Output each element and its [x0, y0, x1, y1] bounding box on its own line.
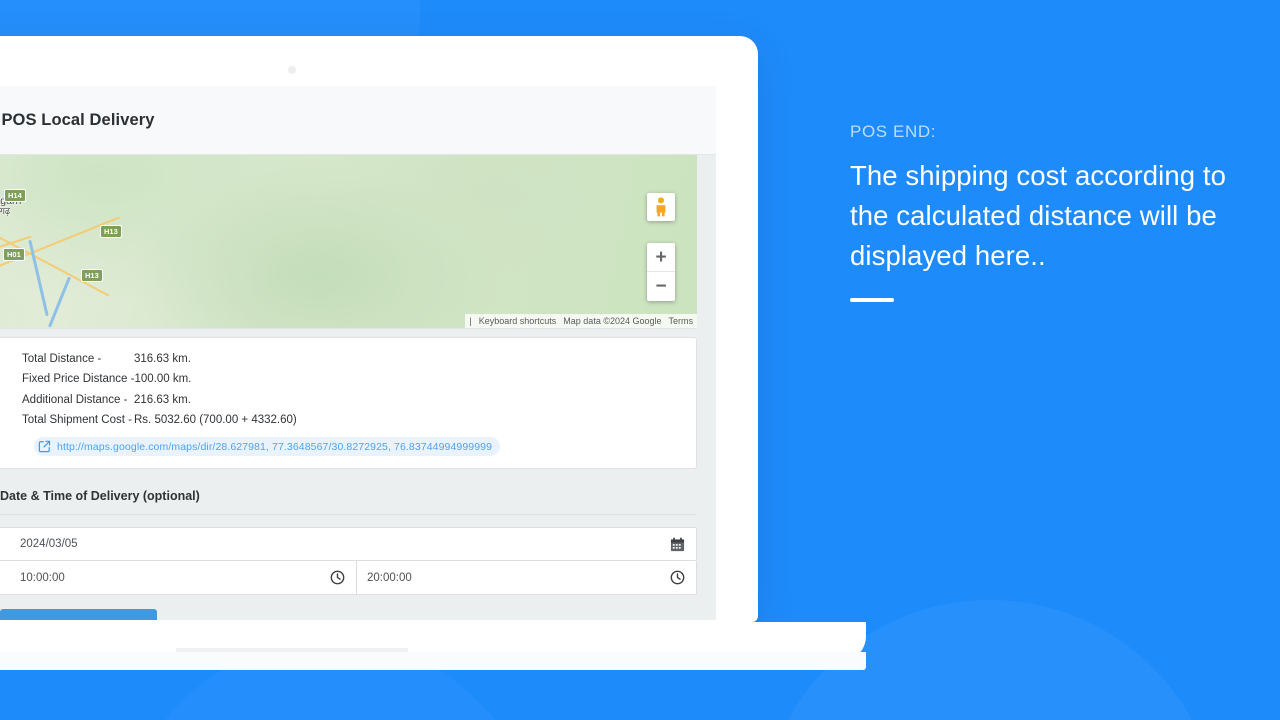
laptop-base-lip: [0, 652, 866, 670]
fixed-price-distance-label: Fixed Price Distance -: [22, 373, 135, 386]
zoom-out-button[interactable]: −: [647, 272, 675, 301]
modal-header: POS Local Delivery: [0, 86, 716, 155]
webcam-dot-icon: [288, 66, 296, 74]
total-shipment-cost-value: Rs. 5032.60 (700.00 + 4332.60): [134, 414, 297, 427]
app-screen: POS Local Delivery गढ़ H14 H13 H01 H13 +…: [0, 86, 716, 620]
slide-stage: POS Local Delivery गढ़ H14 H13 H01 H13 +…: [0, 0, 1280, 720]
caption-eyebrow: POS END:: [850, 122, 937, 141]
map-attribution-bar: | Keyboard shortcuts Map data ©2024 Goog…: [465, 314, 697, 328]
delivery-time-to-value: 20:00:00: [367, 571, 412, 584]
add-shipment-charge-button[interactable]: Add Shipment Charge: [0, 609, 157, 620]
external-link-icon: [38, 440, 51, 453]
table-row: Additional Distance - 216.63 km.: [0, 390, 696, 411]
map-zoom-controls[interactable]: + −: [647, 243, 675, 301]
highway-shield-icon: H14: [4, 189, 26, 202]
map-directions-link[interactable]: http://maps.google.com/maps/dir/28.62798…: [57, 441, 492, 453]
pegman-icon: [656, 197, 666, 217]
table-row: Total Distance - 316.63 km.: [0, 349, 696, 370]
map-data-attribution: Map data ©2024 Google: [563, 316, 662, 326]
delivery-date-input[interactable]: 2024/03/05: [0, 527, 697, 562]
map-canvas[interactable]: HARYANA UTTARAKHAND DELHI Sri Ganganagar…: [0, 155, 697, 328]
delivery-time-to-input[interactable]: 20:00:00: [357, 561, 696, 594]
delivery-section-heading: Date & Time of Delivery (optional): [0, 489, 200, 504]
delivery-time-from-input[interactable]: 10:00:00: [0, 561, 357, 595]
caption-underline: [850, 297, 894, 302]
street-view-pegman-button[interactable]: [647, 193, 675, 221]
table-row: Total Shipment Cost - Rs. 5032.60 (700.0…: [0, 411, 696, 432]
map-footer-separator: |: [469, 316, 472, 326]
additional-distance-label: Additional Distance -: [22, 393, 128, 406]
delivery-date-value: 2024/03/05: [20, 538, 78, 551]
terms-link[interactable]: Terms: [669, 316, 694, 326]
highway-shield-icon: H01: [3, 248, 25, 261]
total-shipment-cost-label: Total Shipment Cost -: [22, 414, 132, 427]
delivery-time-row: 10:00:00 20:00:00: [0, 561, 697, 596]
page-title: POS Local Delivery: [1, 110, 155, 129]
map-city-name-hi: पिथौरागढ़: [0, 206, 10, 217]
caption-headline: The shipping cost according to the calcu…: [850, 160, 1226, 271]
additional-distance-value: 216.63 km.: [134, 393, 191, 406]
clock-icon[interactable]: [670, 570, 685, 585]
caption-panel: POS END: The shipping cost according to …: [850, 122, 1240, 302]
section-divider: [0, 514, 697, 516]
fixed-price-distance-value: 100.00 km.: [134, 373, 192, 386]
zoom-in-button[interactable]: +: [647, 243, 675, 272]
clock-icon[interactable]: [330, 570, 345, 585]
distance-summary-panel: Total Distance - 316.63 km. Fixed Price …: [0, 337, 697, 470]
highway-shield-icon: H13: [100, 225, 122, 238]
map-directions-link-row[interactable]: http://maps.google.com/maps/dir/28.62798…: [34, 437, 501, 457]
keyboard-shortcuts-link[interactable]: Keyboard shortcuts: [479, 316, 557, 326]
total-distance-label: Total Distance -: [22, 352, 102, 365]
delivery-time-from-value: 10:00:00: [20, 571, 65, 584]
table-row: Fixed Price Distance - 100.00 km.: [0, 370, 696, 391]
total-distance-value: 316.63 km.: [134, 352, 191, 365]
map-container[interactable]: HARYANA UTTARAKHAND DELHI Sri Ganganagar…: [0, 155, 697, 329]
calendar-icon[interactable]: [670, 537, 685, 552]
highway-shield-icon: H13: [81, 269, 103, 282]
